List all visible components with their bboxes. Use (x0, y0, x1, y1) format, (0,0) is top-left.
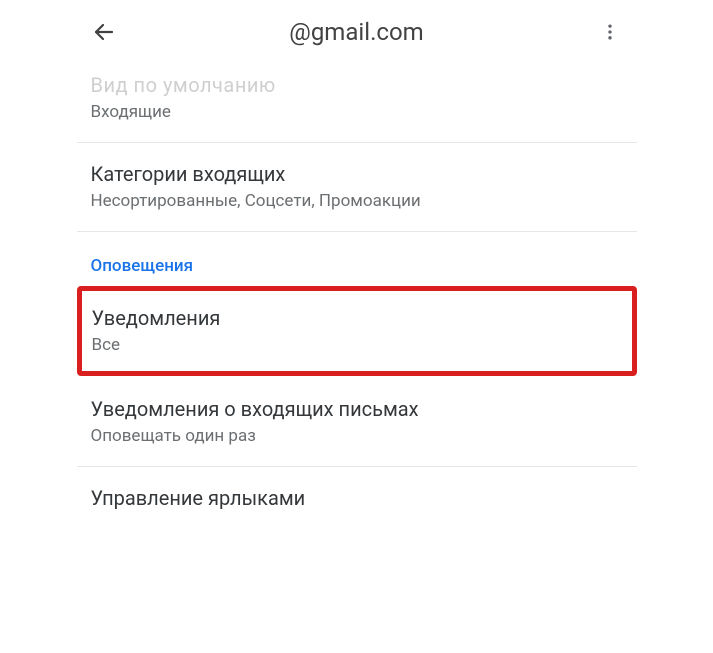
setting-default-view[interactable]: Вид по умолчанию Входящие (77, 68, 637, 143)
setting-label: Вид по умолчанию (91, 72, 623, 99)
setting-value: Оповещать один раз (91, 425, 623, 448)
setting-inbox-categories[interactable]: Категории входящих Несортированные, Соцс… (77, 143, 637, 232)
setting-manage-labels[interactable]: Управление ярлыками (77, 467, 637, 530)
more-vert-icon (600, 22, 620, 42)
section-header-notifications: Оповещения (77, 232, 637, 284)
setting-incoming-notifications[interactable]: Уведомления о входящих письмах Оповещать… (77, 378, 637, 467)
setting-notifications[interactable]: Уведомления Все (82, 291, 632, 371)
setting-value: Все (92, 334, 622, 357)
setting-label: Категории входящих (91, 161, 623, 188)
overflow-menu-button[interactable] (597, 19, 623, 45)
setting-label: Уведомления (92, 305, 622, 332)
setting-value: Несортированные, Соцсети, Промоакции (91, 190, 623, 213)
setting-label: Управление ярлыками (91, 485, 623, 512)
back-button[interactable] (91, 19, 117, 45)
page-title: @gmail.com (117, 18, 597, 46)
highlight-box: Уведомления Все (77, 286, 637, 376)
arrow-back-icon (92, 20, 116, 44)
setting-value: Входящие (91, 101, 623, 124)
app-bar: @gmail.com (77, 18, 637, 68)
setting-label: Уведомления о входящих письмах (91, 396, 623, 423)
settings-screen: @gmail.com Вид по умолчанию Входящие Кат… (77, 0, 637, 653)
